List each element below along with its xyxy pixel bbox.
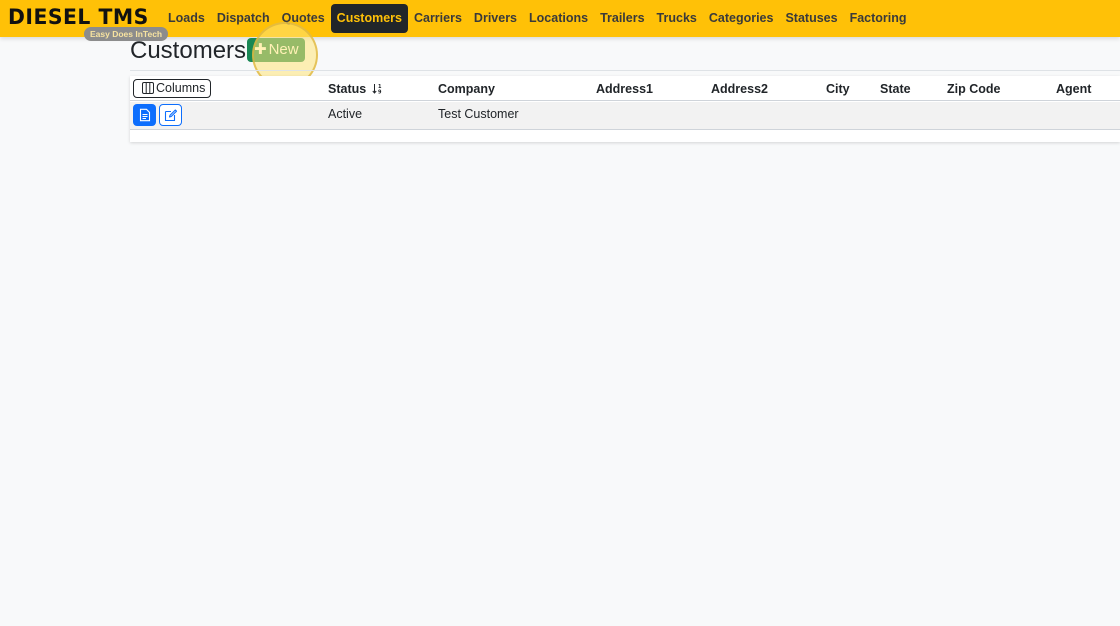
main-nav: Loads Dispatch Quotes Customers Carriers…	[162, 4, 913, 33]
svg-text:9: 9	[378, 90, 382, 95]
customers-table: Columns Status 19 Company Address1 Addre…	[130, 76, 1120, 142]
heading-divider	[130, 70, 1120, 71]
nav-locations[interactable]: Locations	[523, 4, 594, 33]
table-row[interactable]: Active Test Customer	[130, 102, 1120, 130]
columns-button[interactable]: Columns	[133, 79, 211, 98]
cell-company: Test Customer	[438, 107, 519, 121]
nav-quotes[interactable]: Quotes	[276, 4, 331, 33]
table-header: Columns Status 19 Company Address1 Addre…	[130, 76, 1120, 101]
header-address2[interactable]: Address2	[711, 81, 768, 97]
header-state[interactable]: State	[880, 81, 911, 97]
top-navbar: DIESEL TMS Easy Does InTech Loads Dispat…	[0, 0, 1120, 41]
plus-icon: ✚	[254, 41, 267, 58]
sort-icon: 19	[372, 84, 382, 96]
page-title: Customers	[130, 37, 247, 64]
header-city[interactable]: City	[826, 81, 850, 97]
header-address1[interactable]: Address1	[596, 81, 653, 97]
view-customer-button[interactable]	[133, 104, 156, 126]
nav-trailers[interactable]: Trailers	[594, 4, 650, 33]
header-status-label: Status	[328, 82, 367, 96]
columns-button-label: Columns	[156, 81, 206, 95]
nav-statuses[interactable]: Statuses	[779, 4, 843, 33]
nav-customers[interactable]: Customers	[330, 4, 408, 33]
nav-loads[interactable]: Loads	[162, 4, 211, 33]
header-agent[interactable]: Agent	[1056, 81, 1091, 97]
nav-trucks[interactable]: Trucks	[651, 4, 703, 33]
header-zip-code[interactable]: Zip Code	[947, 81, 1000, 97]
nav-factoring[interactable]: Factoring	[844, 4, 913, 33]
cell-status: Active	[328, 107, 363, 121]
nav-drivers[interactable]: Drivers	[468, 4, 523, 33]
new-customer-button[interactable]: ✚ New	[247, 38, 305, 62]
nav-categories[interactable]: Categories	[703, 4, 780, 33]
columns-icon	[142, 82, 154, 94]
nav-carriers[interactable]: Carriers	[408, 4, 468, 33]
document-icon	[139, 108, 150, 122]
new-button-label: New	[268, 41, 299, 58]
nav-dispatch[interactable]: Dispatch	[211, 4, 276, 33]
edit-customer-button[interactable]	[159, 104, 182, 126]
header-company[interactable]: Company	[438, 81, 495, 97]
header-status[interactable]: Status 19	[328, 81, 383, 97]
edit-icon	[164, 109, 177, 122]
